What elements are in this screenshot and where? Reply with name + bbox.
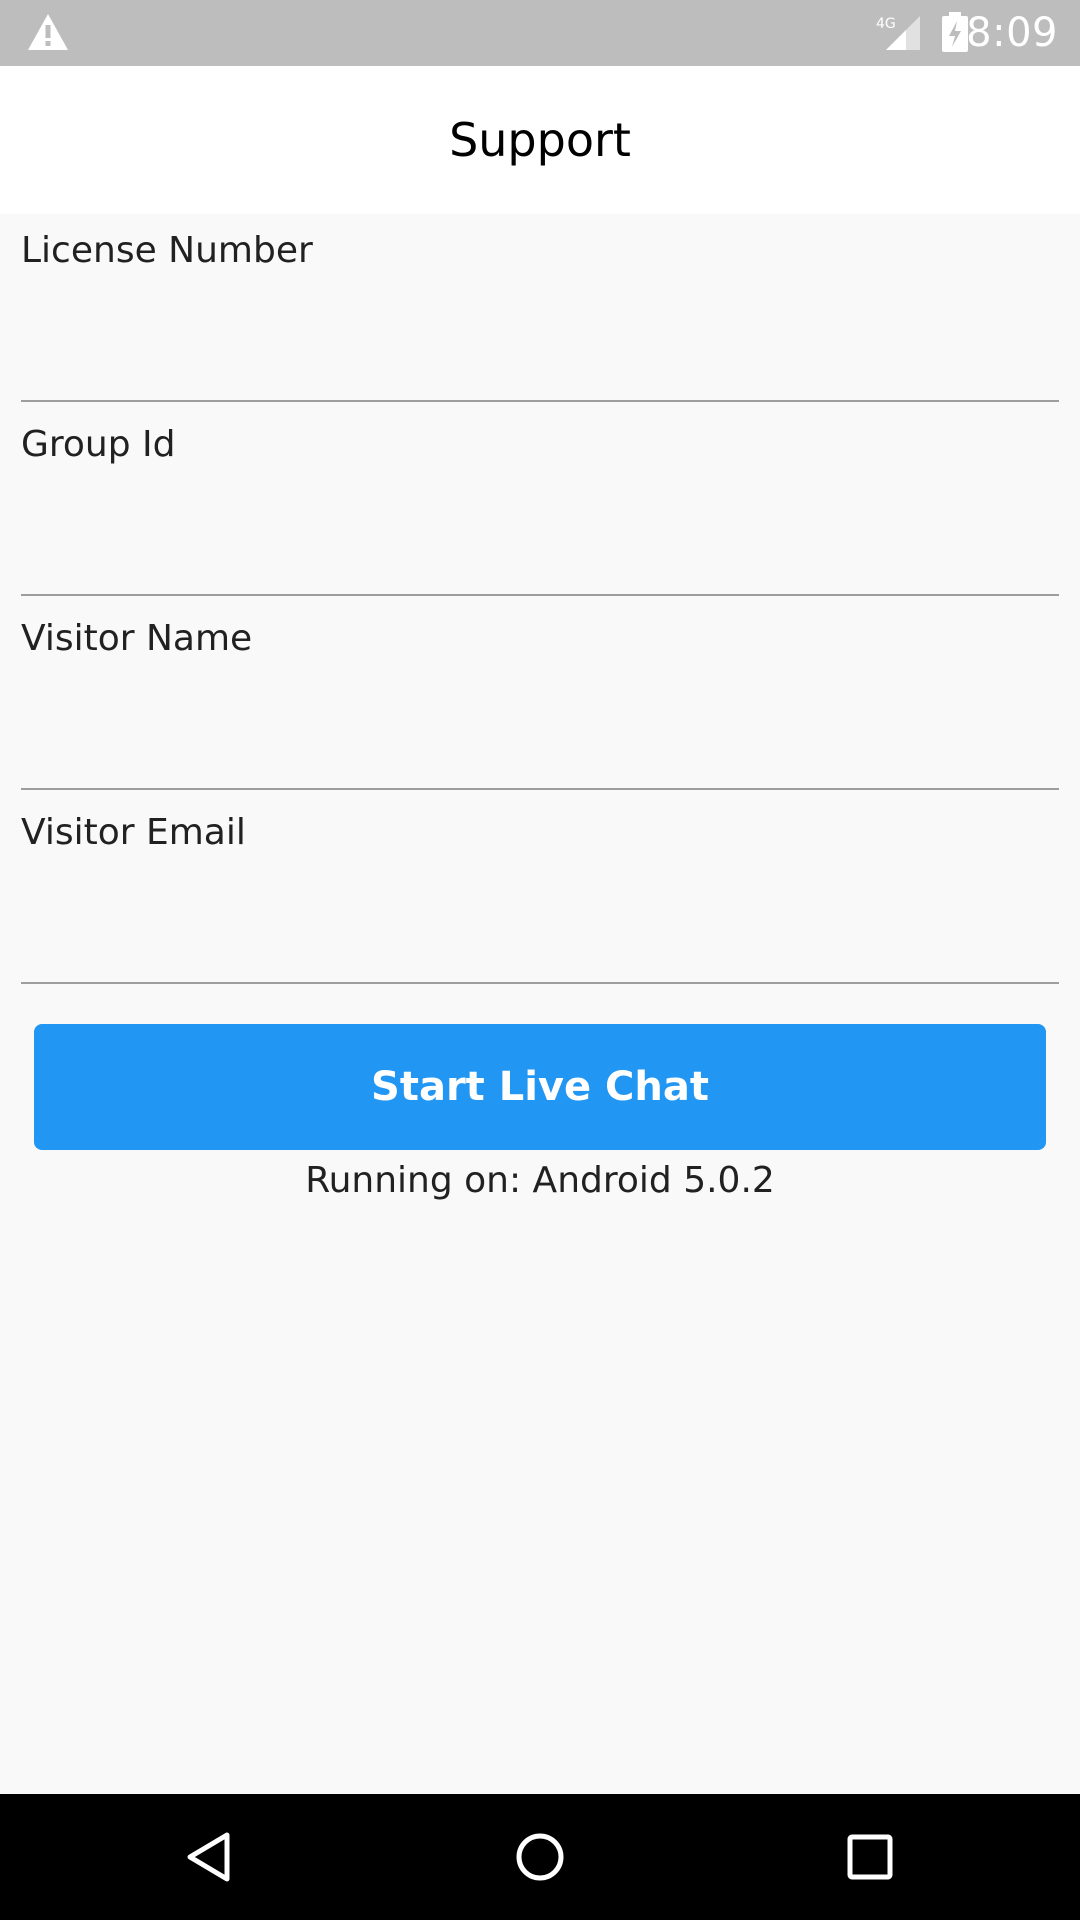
license-number-field[interactable]: License Number [21, 214, 1059, 408]
visitor-email-field[interactable]: Visitor Email [21, 796, 1059, 990]
visitor-name-underline [21, 788, 1059, 790]
running-on-text: Running on: Android 5.0.2 [305, 1160, 775, 1201]
support-form: License Number Group Id Visitor Name Vis… [0, 214, 1080, 990]
group-id-input[interactable] [21, 488, 1059, 588]
back-icon[interactable] [180, 1827, 240, 1887]
license-number-underline [21, 400, 1059, 402]
group-id-field[interactable]: Group Id [21, 408, 1059, 602]
start-live-chat-button[interactable]: Start Live Chat [34, 1024, 1046, 1150]
warning-icon [28, 14, 68, 50]
home-icon[interactable] [510, 1827, 570, 1887]
visitor-name-input[interactable] [21, 682, 1059, 782]
page-title: Support [449, 113, 631, 167]
visitor-email-underline [21, 982, 1059, 984]
signal-icon: 4G [876, 16, 920, 50]
visitor-email-input[interactable] [21, 876, 1059, 976]
license-number-label: License Number [21, 230, 313, 271]
status-bar: 4G 8:09 [0, 0, 1080, 66]
recents-icon[interactable] [840, 1827, 900, 1887]
visitor-name-label: Visitor Name [21, 618, 253, 659]
license-number-input[interactable] [21, 294, 1059, 394]
app-bar: Support [0, 66, 1080, 214]
network-type-label: 4G [876, 16, 896, 32]
group-id-underline [21, 594, 1059, 596]
visitor-email-label: Visitor Email [21, 812, 246, 853]
navigation-bar [0, 1794, 1080, 1920]
visitor-name-field[interactable]: Visitor Name [21, 602, 1059, 796]
status-time: 8:09 [966, 10, 1058, 56]
group-id-label: Group Id [21, 424, 176, 465]
